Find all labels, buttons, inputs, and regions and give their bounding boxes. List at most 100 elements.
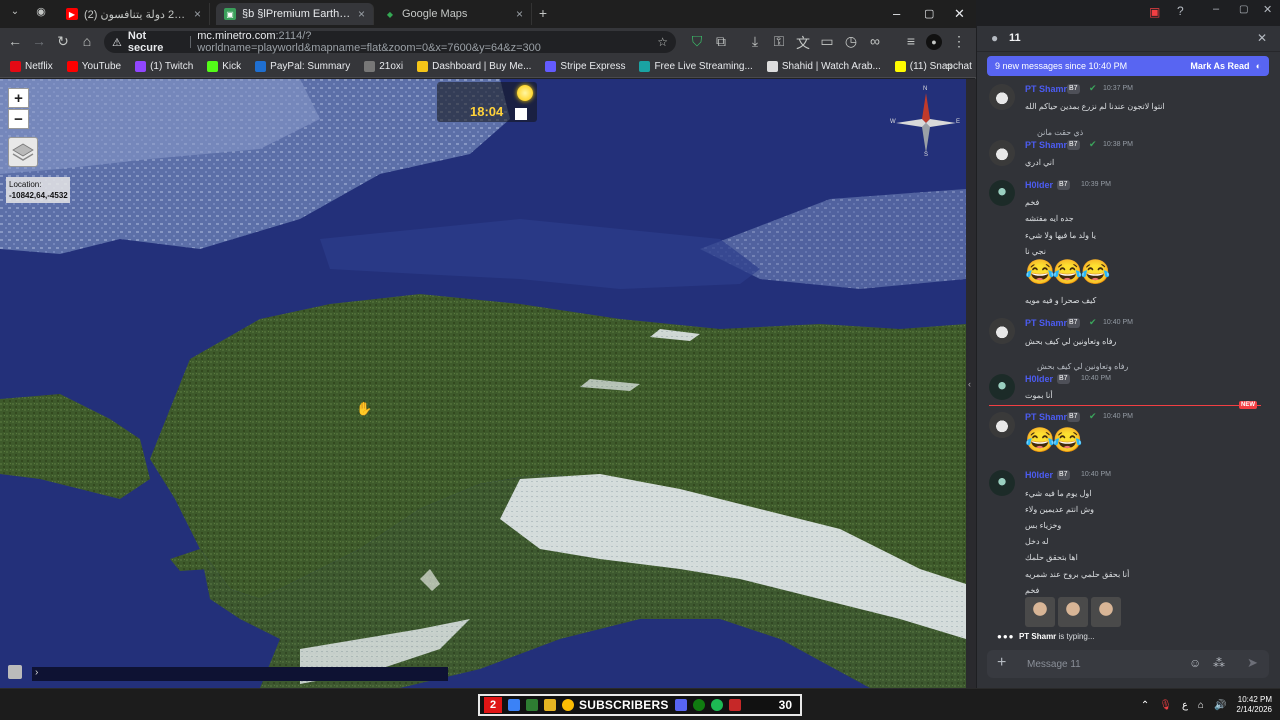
avatar[interactable] bbox=[989, 374, 1015, 400]
bookmark-item[interactable]: (1) Twitch bbox=[135, 61, 193, 72]
key-icon[interactable]: ⚿ bbox=[770, 33, 788, 50]
avatar[interactable] bbox=[989, 318, 1015, 344]
tab-search-icon[interactable]: ⌄ bbox=[6, 6, 24, 17]
close-window-icon[interactable]: ✕ bbox=[954, 6, 965, 22]
image-thumbnail[interactable] bbox=[1058, 597, 1088, 627]
zoom-in-button[interactable]: + bbox=[8, 88, 29, 108]
maximize-icon[interactable]: ▢ bbox=[924, 7, 934, 20]
close-thread-icon[interactable]: ✕ bbox=[1257, 31, 1267, 45]
xbox-icon[interactable] bbox=[692, 699, 705, 711]
map-chat-bar[interactable]: › bbox=[32, 667, 448, 681]
image-thumbnail[interactable] bbox=[1091, 597, 1121, 627]
bookmark-item[interactable]: Dashboard | Buy Me... bbox=[417, 61, 531, 72]
emoji-picker-icon[interactable]: ☺ bbox=[1189, 656, 1201, 670]
minimize-icon[interactable]: – bbox=[1213, 3, 1219, 15]
security-label[interactable]: Not secure bbox=[128, 30, 184, 54]
zoom-out-button[interactable]: − bbox=[8, 109, 29, 129]
bookmark-item[interactable]: Stripe Express bbox=[545, 61, 625, 72]
bookmark-item[interactable]: PayPal: Summary bbox=[255, 61, 350, 72]
tab-minetro[interactable]: ▣ §b §lPremium Earth Survival §6| × bbox=[216, 3, 374, 25]
username[interactable]: PT Shamr bbox=[1025, 84, 1067, 94]
layers-button[interactable] bbox=[8, 137, 38, 167]
media-icon[interactable]: ≡ bbox=[902, 33, 920, 49]
discord-icon[interactable] bbox=[674, 699, 687, 711]
extensions-icon[interactable]: ⧉ bbox=[712, 33, 730, 50]
bookmark-item[interactable]: (11) Snapchat bbox=[894, 61, 972, 72]
avatar[interactable] bbox=[989, 140, 1015, 166]
translate-icon[interactable]: 文 bbox=[794, 33, 812, 53]
history-icon[interactable]: ◷ bbox=[842, 33, 860, 50]
help-icon[interactable]: ? bbox=[1177, 4, 1184, 18]
avatar[interactable] bbox=[989, 470, 1015, 496]
menu-dots-icon[interactable]: ⋮ bbox=[950, 33, 968, 50]
collapse-panel-icon[interactable]: ‹ bbox=[968, 379, 971, 389]
address-bar[interactable]: ⚠ Not secure mc.minetro.com:2114/?worldn… bbox=[104, 30, 676, 54]
network-icon[interactable]: ⌂ bbox=[1198, 700, 1204, 711]
username[interactable]: PT Shamr bbox=[1025, 412, 1067, 422]
add-attachment-icon[interactable]: + bbox=[997, 654, 1006, 672]
bookmark-item[interactable]: Netflix bbox=[10, 61, 53, 72]
excel-icon[interactable] bbox=[526, 699, 538, 711]
microphone-icon[interactable]: 🎙 bbox=[1159, 700, 1172, 711]
avatar[interactable] bbox=[989, 84, 1015, 110]
bookmark-item[interactable]: 21oxi bbox=[364, 61, 403, 72]
back-icon[interactable]: ← bbox=[6, 33, 24, 49]
chrome-icon[interactable] bbox=[562, 699, 574, 711]
folder-icon[interactable] bbox=[544, 699, 556, 711]
adblock-shield-icon[interactable]: ⛉ bbox=[688, 33, 706, 50]
close-tab-icon[interactable]: × bbox=[516, 7, 523, 21]
reload-icon[interactable]: ↻ bbox=[54, 33, 72, 50]
new-tab-icon[interactable]: + bbox=[534, 5, 552, 21]
warning-icon[interactable]: ⚠ bbox=[112, 36, 122, 49]
volume-icon[interactable]: 🔊 bbox=[1214, 700, 1226, 711]
username[interactable]: PT Shamr bbox=[1025, 318, 1067, 328]
minecraft-world-map[interactable]: + − Location: -10842,64,-4532 18:04 N S … bbox=[0, 79, 966, 688]
edit-icon[interactable] bbox=[8, 665, 22, 679]
url-text[interactable]: mc.minetro.com:2114/?worldname=playworld… bbox=[197, 30, 651, 54]
close-icon[interactable]: ✕ bbox=[1263, 3, 1272, 16]
apps-icon[interactable]: ⁂ bbox=[1213, 656, 1225, 670]
link-icon[interactable]: ∞ bbox=[866, 33, 884, 49]
image-attachments[interactable] bbox=[1025, 597, 1121, 627]
username[interactable]: PT Shamr bbox=[1025, 140, 1067, 150]
minimize-icon[interactable]: – bbox=[893, 6, 900, 21]
spotify-icon[interactable] bbox=[710, 699, 723, 711]
home-icon[interactable]: ⌂ bbox=[78, 33, 96, 49]
reply-preview[interactable]: رفاه وتعاونين لي كيف بحش bbox=[1037, 362, 1128, 371]
bookmark-item[interactable]: Free Live Streaming... bbox=[639, 61, 753, 72]
username[interactable]: H0lder bbox=[1025, 374, 1053, 384]
close-tab-icon[interactable]: × bbox=[358, 7, 365, 21]
pinned-tab-icon[interactable]: ◉ bbox=[32, 5, 50, 18]
message-input[interactable] bbox=[1027, 656, 1177, 672]
system-clock[interactable]: 10:42 PM 2/14/2026 bbox=[1236, 695, 1272, 715]
avatar[interactable] bbox=[989, 180, 1015, 206]
bookmark-item[interactable]: Shahid | Watch Arab... bbox=[766, 61, 881, 72]
forward-icon[interactable]: → bbox=[30, 33, 48, 49]
username[interactable]: H0lder bbox=[1025, 470, 1053, 480]
show-hidden-icons-icon[interactable]: ⌃ bbox=[1141, 700, 1149, 711]
image-thumbnail[interactable] bbox=[1025, 597, 1055, 627]
bookmark-star-icon[interactable]: ☆ bbox=[657, 35, 668, 49]
expand-chat-icon[interactable]: › bbox=[35, 667, 38, 678]
maximize-icon[interactable]: ▢ bbox=[1239, 4, 1248, 15]
send-icon[interactable]: ➤ bbox=[1247, 655, 1258, 671]
mark-as-read-button[interactable]: Mark As Read bbox=[1190, 61, 1249, 71]
tab-google-maps[interactable]: ◆ Google Maps × bbox=[376, 3, 532, 25]
card-icon[interactable]: ▭ bbox=[818, 33, 836, 50]
avatar[interactable] bbox=[989, 412, 1015, 438]
bookmark-item[interactable]: YouTube bbox=[66, 61, 121, 72]
app-icon[interactable] bbox=[728, 699, 741, 711]
tab-youtube[interactable]: ▶ (2) أكبر تحدي عربي: 22 دولة يتنافسون × bbox=[58, 3, 210, 25]
language-indicator[interactable]: ع bbox=[1182, 700, 1188, 711]
username[interactable]: H0lder bbox=[1025, 180, 1053, 190]
windows-start-icon[interactable] bbox=[508, 699, 520, 711]
profile-avatar-icon[interactable]: ● bbox=[926, 34, 942, 50]
download-icon[interactable]: ⤓ bbox=[746, 33, 764, 50]
new-messages-bar[interactable]: 9 new messages since 10:40 PM Mark As Re… bbox=[987, 56, 1269, 76]
more-bookmarks-icon[interactable]: » bbox=[946, 59, 953, 73]
map-terrain[interactable] bbox=[0, 79, 966, 688]
reply-preview[interactable]: ذي حقت مانن bbox=[1037, 128, 1083, 137]
close-tab-icon[interactable]: × bbox=[194, 7, 201, 21]
screen-share-icon[interactable]: ▣ bbox=[1149, 5, 1160, 19]
bookmark-item[interactable]: Kick bbox=[207, 61, 241, 72]
